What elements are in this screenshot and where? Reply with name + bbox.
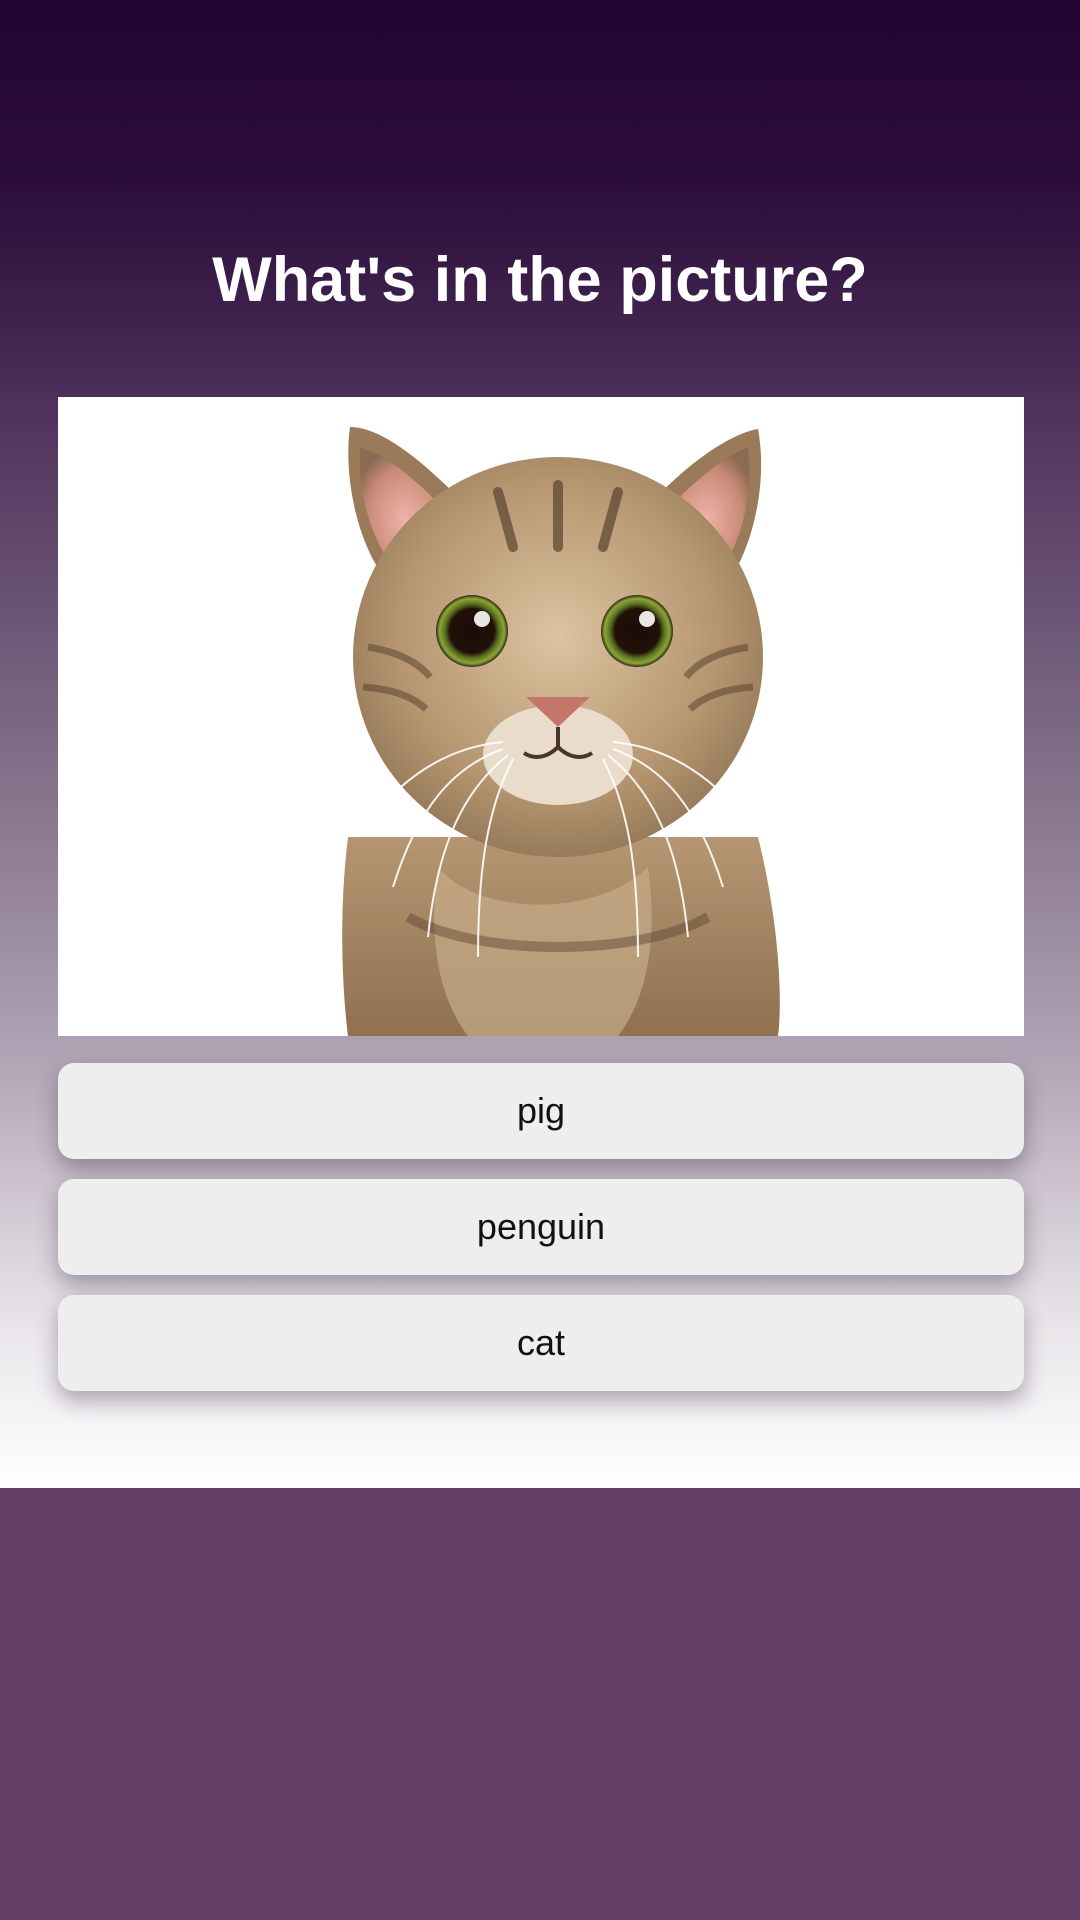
answer-option-cat[interactable]: cat xyxy=(58,1295,1024,1391)
quiz-picture xyxy=(58,397,1024,1036)
quiz-panel: What's in the picture? pig penguin cat xyxy=(0,0,1080,1488)
cat-photo-icon xyxy=(342,427,780,1036)
answer-option-pig[interactable]: pig xyxy=(58,1063,1024,1159)
answer-option-penguin[interactable]: penguin xyxy=(58,1179,1024,1275)
question-title: What's in the picture? xyxy=(212,245,868,315)
